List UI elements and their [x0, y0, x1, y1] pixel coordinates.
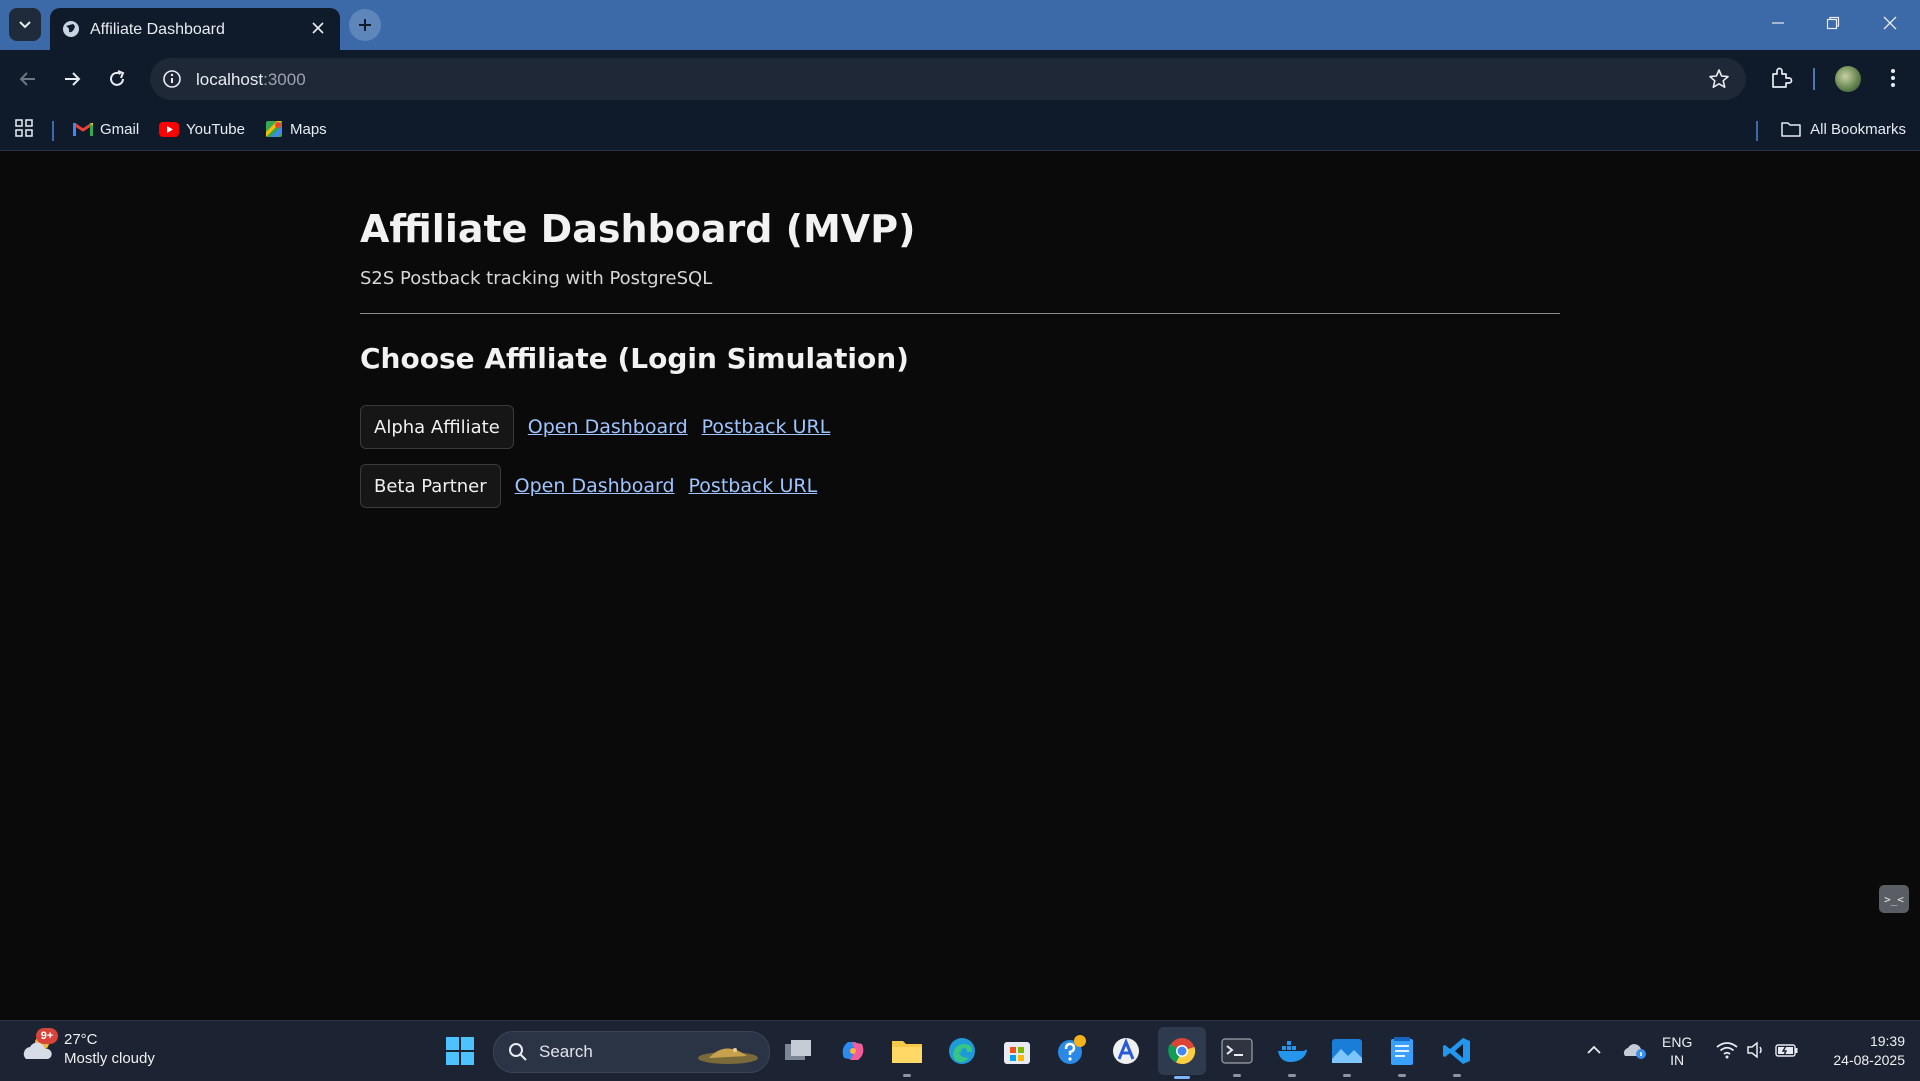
profile-avatar[interactable] — [1835, 66, 1861, 92]
battery-icon[interactable] — [1773, 1035, 1801, 1065]
minimize-button[interactable] — [1758, 8, 1798, 38]
restore-button[interactable] — [1813, 8, 1853, 38]
wifi-icon[interactable] — [1714, 1035, 1740, 1065]
browser-menu-button[interactable] — [1883, 65, 1903, 91]
chevron-down-icon — [19, 20, 31, 28]
browser-toolbar: localhost:3000 — [0, 50, 1920, 108]
vscode-icon[interactable] — [1439, 1033, 1475, 1077]
system-clock[interactable]: 19:39 24-08-2025 — [1815, 1032, 1905, 1070]
clock-time: 19:39 — [1869, 1033, 1905, 1049]
url-text[interactable]: localhost:3000 — [196, 70, 306, 90]
open-dashboard-link[interactable]: Open Dashboard — [515, 475, 675, 497]
close-window-button[interactable] — [1870, 8, 1910, 38]
bookmarks-bar: Gmail YouTube Maps All Bookmarks — [0, 108, 1920, 151]
restore-icon — [1826, 16, 1840, 30]
docker-icon[interactable] — [1274, 1033, 1310, 1077]
weather-widget[interactable]: 9+ 27°C Mostly cloudy — [20, 1028, 155, 1068]
close-icon — [1883, 16, 1897, 30]
page-content: Affiliate Dashboard (MVP) S2S Postback t… — [0, 151, 1920, 1020]
youtube-icon — [159, 121, 179, 137]
chevron-up-icon — [1587, 1045, 1601, 1054]
taskbar-search[interactable]: Search — [493, 1031, 770, 1073]
bookmark-label: Gmail — [100, 120, 140, 138]
bookmark-separator — [52, 121, 54, 141]
extensions-icon[interactable] — [1768, 65, 1794, 91]
volume-icon[interactable] — [1744, 1035, 1768, 1065]
minimize-icon — [1772, 22, 1784, 24]
search-icon — [509, 1043, 527, 1061]
postback-url-link[interactable]: Postback URL — [702, 416, 831, 438]
folder-icon — [1781, 122, 1801, 137]
bookmark-youtube[interactable]: YouTube — [159, 116, 245, 142]
url-host: localhost — [196, 70, 264, 89]
browser-titlebar: Affiliate Dashboard — [0, 0, 1920, 50]
file-explorer-icon[interactable] — [889, 1033, 925, 1077]
tab-title: Affiliate Dashboard — [90, 21, 225, 38]
new-tab-button[interactable] — [349, 9, 381, 41]
arrow-left-icon — [19, 72, 35, 86]
section-title: Choose Affiliate (Login Simulation) — [360, 342, 909, 375]
clock-date: 24-08-2025 — [1833, 1052, 1905, 1068]
arrow-right-icon — [65, 72, 81, 86]
toolbar-separator — [1813, 68, 1815, 90]
bookmark-separator — [1756, 121, 1758, 141]
maps-icon — [266, 121, 282, 137]
divider — [360, 313, 1560, 314]
all-bookmarks-button[interactable]: All Bookmarks — [1781, 116, 1906, 142]
affiliate-row: Beta Partner Open Dashboard Postback URL — [360, 464, 817, 508]
back-button[interactable] — [12, 63, 44, 95]
reload-button[interactable] — [101, 63, 133, 95]
language-code: ENG — [1662, 1034, 1693, 1050]
page-subtitle: S2S Postback tracking with PostgreSQL — [360, 268, 713, 289]
onedrive-icon[interactable] — [1620, 1035, 1650, 1065]
region-code: IN — [1670, 1052, 1685, 1068]
language-indicator[interactable]: ENG IN — [1662, 1033, 1692, 1069]
apps-grid-icon[interactable] — [14, 118, 34, 138]
notepad-icon[interactable] — [1384, 1033, 1420, 1077]
terminal-icon[interactable] — [1219, 1033, 1255, 1077]
weather-alert-badge: 9+ — [36, 1028, 58, 1044]
globe-icon — [63, 21, 79, 37]
postback-url-link[interactable]: Postback URL — [689, 475, 818, 497]
forward-button[interactable] — [56, 63, 88, 95]
all-bookmarks-label: All Bookmarks — [1810, 120, 1906, 138]
page-title: Affiliate Dashboard (MVP) — [360, 207, 916, 251]
show-hidden-icons-button[interactable] — [1584, 1035, 1604, 1065]
photos-app-icon[interactable] — [1329, 1033, 1365, 1077]
site-info-icon[interactable] — [162, 69, 182, 89]
tab-close-button[interactable] — [308, 18, 328, 38]
affiliate-select-button[interactable]: Alpha Affiliate — [360, 405, 514, 449]
devtools-toggle-icon[interactable]: >_< — [1879, 885, 1909, 913]
weather-temperature: 27°C — [64, 1031, 98, 1048]
windows-start-icon[interactable] — [445, 1036, 475, 1066]
cloudy-icon: 9+ — [20, 1028, 58, 1067]
copilot-icon[interactable] — [835, 1033, 871, 1069]
tab-search-button[interactable] — [9, 8, 41, 41]
search-label: Search — [539, 1042, 593, 1061]
reload-icon — [110, 70, 125, 86]
address-bar[interactable]: localhost:3000 — [150, 58, 1746, 100]
windows-taskbar: 9+ 27°C Mostly cloudy Search ENG IN 19:3… — [0, 1020, 1920, 1081]
plus-icon — [359, 19, 371, 31]
close-icon — [312, 22, 324, 34]
bookmark-gmail[interactable]: Gmail — [73, 116, 139, 142]
browser-tab[interactable]: Affiliate Dashboard — [50, 8, 340, 50]
bookmark-label: YouTube — [186, 120, 245, 138]
search-highlight-icon — [698, 1048, 758, 1064]
help-icon[interactable] — [1054, 1033, 1090, 1069]
translator-app-icon[interactable] — [1108, 1033, 1144, 1069]
weather-description: Mostly cloudy — [64, 1050, 155, 1067]
bookmark-label: Maps — [290, 120, 327, 138]
open-dashboard-link[interactable]: Open Dashboard — [528, 416, 688, 438]
bookmark-star-icon[interactable] — [1708, 68, 1730, 90]
task-view-icon[interactable] — [780, 1033, 816, 1069]
edge-browser-icon[interactable] — [944, 1033, 980, 1069]
url-port: :3000 — [263, 70, 306, 89]
microsoft-store-icon[interactable] — [999, 1033, 1035, 1069]
chrome-icon[interactable] — [1158, 1027, 1206, 1079]
bookmark-maps[interactable]: Maps — [265, 116, 327, 142]
affiliate-row: Alpha Affiliate Open Dashboard Postback … — [360, 405, 830, 449]
gmail-icon — [73, 122, 93, 136]
affiliate-select-button[interactable]: Beta Partner — [360, 464, 501, 508]
